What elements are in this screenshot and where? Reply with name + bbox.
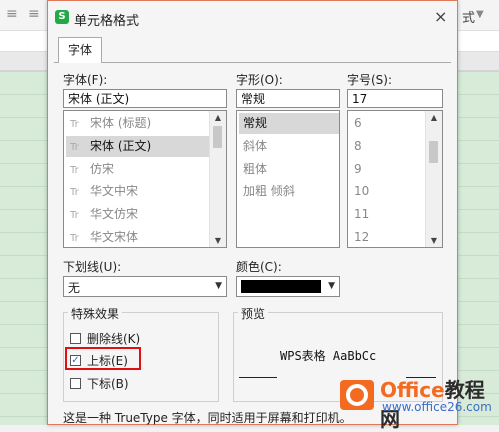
style-label: 字形(O): <box>236 73 283 87</box>
style-list-item-label: 常规 <box>243 116 268 130</box>
scroll-thumb[interactable] <box>429 141 438 163</box>
font-list-item[interactable]: Tr 宋体 (正文) <box>66 135 210 157</box>
dialog-title: 单元格格式 <box>74 14 140 29</box>
strikethrough-checkbox[interactable] <box>70 333 81 344</box>
watermark-url: www.office26.com <box>382 400 492 414</box>
tab-font[interactable]: 字体 <box>58 37 102 63</box>
truetype-icon: Tr <box>70 187 79 199</box>
font-list-item-label: 华文宋体 <box>90 230 139 244</box>
office-logo-icon <box>340 380 374 410</box>
scroll-down-icon[interactable]: ▼ <box>210 236 226 245</box>
font-input[interactable] <box>63 89 227 108</box>
font-list-scrollbar[interactable]: ▲ ▼ <box>209 111 226 247</box>
size-list-item-label: 6 <box>354 116 362 130</box>
size-list-scrollbar[interactable]: ▲ ▼ <box>425 111 442 247</box>
style-list-item[interactable]: 斜体 <box>239 136 339 157</box>
style-input[interactable] <box>236 89 340 108</box>
color-label: 颜色(C): <box>236 260 282 274</box>
size-label: 字号(S): <box>347 73 393 87</box>
size-list-item-label: 11 <box>354 207 370 222</box>
style-list[interactable]: 常规斜体粗体加粗 倾斜 <box>236 110 340 248</box>
highlight-box <box>65 347 141 370</box>
font-list-item-label: 华文仿宋 <box>90 207 139 222</box>
underline-select[interactable]: 无 ▼ <box>63 276 227 297</box>
watermark-title-prefix: Office <box>380 378 445 402</box>
cell-format-dialog: S 单元格格式 × 字体 字体(F): Tr宋体 (标题)Tr宋体 (正文)Tr… <box>47 0 458 425</box>
subscript-label[interactable]: 下标(B) <box>87 375 129 392</box>
size-list-item[interactable]: 10 <box>350 181 428 202</box>
size-list-item-label: 12 <box>354 230 370 244</box>
style-list-item[interactable]: 粗体 <box>239 159 339 180</box>
size-list-item-label: 10 <box>354 184 370 199</box>
dialog-titlebar[interactable]: S 单元格格式 × <box>48 1 457 33</box>
font-list-item[interactable]: Tr 宋体 (标题) <box>66 113 210 134</box>
underline-value: 无 <box>68 281 81 295</box>
font-label: 字体(F): <box>63 73 108 87</box>
style-list-item-label: 粗体 <box>243 161 268 176</box>
font-tab-panel: 字体(F): Tr 宋体 (标题) Tr 宋体 (正文) Tr 仿宋 Tr 华文中宋 Tr 华文仿… <box>54 62 451 425</box>
size-list[interactable]: 6 8 9 10 11 12 ▲ ▼ <box>347 110 443 248</box>
truetype-icon: Tr <box>70 141 79 153</box>
truetype-icon: Tr <box>70 210 79 222</box>
size-input[interactable] <box>347 89 443 108</box>
size-list-item[interactable]: 9 <box>350 159 428 180</box>
style-list-item[interactable]: 加粗 倾斜 <box>239 181 339 202</box>
preview-baseline-left <box>239 377 277 378</box>
wps-app-icon: S <box>55 10 69 24</box>
size-list-item[interactable]: 8 <box>350 136 428 157</box>
strikethrough-label[interactable]: 删除线(K) <box>87 330 140 347</box>
font-list-item-label: 宋体 (标题) <box>90 116 152 130</box>
font-description: 这是一种 TrueType 字体，同时适用于屏幕和打印机。 <box>63 411 352 425</box>
font-list-item-label: 华文中宋 <box>90 184 139 199</box>
toolbar-style-label[interactable]: 式 <box>462 7 475 26</box>
scroll-up-icon[interactable]: ▲ <box>210 113 226 122</box>
scroll-down-icon[interactable]: ▼ <box>426 236 442 245</box>
size-list-item[interactable]: 11 <box>350 204 428 225</box>
font-list-item-label: 仿宋 <box>90 161 115 176</box>
subscript-checkbox[interactable] <box>70 378 81 389</box>
color-select[interactable]: ▼ <box>236 276 340 297</box>
preview-text: WPS表格 AaBbCc <box>280 349 377 363</box>
font-list-item[interactable]: Tr 华文宋体 <box>66 227 210 247</box>
style-list-item[interactable]: 常规 <box>239 113 339 134</box>
scroll-up-icon[interactable]: ▲ <box>426 113 442 122</box>
effects-title: 特殊效果 <box>68 305 123 322</box>
font-list-item[interactable]: Tr 华文仿宋 <box>66 204 210 225</box>
style-list-item-label: 加粗 倾斜 <box>243 184 295 199</box>
chevron-down-icon: ▼ <box>215 281 222 291</box>
size-list-item-label: 8 <box>354 138 362 153</box>
close-icon[interactable]: × <box>434 7 447 26</box>
scroll-thumb[interactable] <box>213 126 222 148</box>
chevron-down-icon: ▼ <box>328 281 335 291</box>
site-watermark: Office教程网 www.office26.com <box>334 370 499 431</box>
preview-title: 预览 <box>238 305 269 322</box>
menu-icon-2[interactable]: ≡ <box>28 6 40 22</box>
style-list-item-label: 斜体 <box>243 138 268 153</box>
font-list-item[interactable]: Tr 仿宋 <box>66 159 210 180</box>
font-list[interactable]: Tr 宋体 (标题) Tr 宋体 (正文) Tr 仿宋 Tr 华文中宋 Tr 华文仿宋 Tr 华文宋体… <box>63 110 227 248</box>
color-swatch <box>241 280 321 293</box>
truetype-icon: Tr <box>70 164 79 176</box>
size-list-item-label: 9 <box>354 161 362 176</box>
size-list-item[interactable]: 12 <box>350 227 428 247</box>
size-list-item[interactable]: 6 <box>350 113 428 134</box>
font-list-item-label: 宋体 (正文) <box>90 138 152 153</box>
truetype-icon: Tr <box>70 119 79 130</box>
menu-icon[interactable]: ≡ <box>6 6 18 22</box>
font-list-item[interactable]: Tr 华文中宋 <box>66 181 210 202</box>
underline-label: 下划线(U): <box>63 260 122 274</box>
truetype-icon: Tr <box>70 233 79 244</box>
chevron-down-icon[interactable]: ▼ <box>476 9 484 20</box>
